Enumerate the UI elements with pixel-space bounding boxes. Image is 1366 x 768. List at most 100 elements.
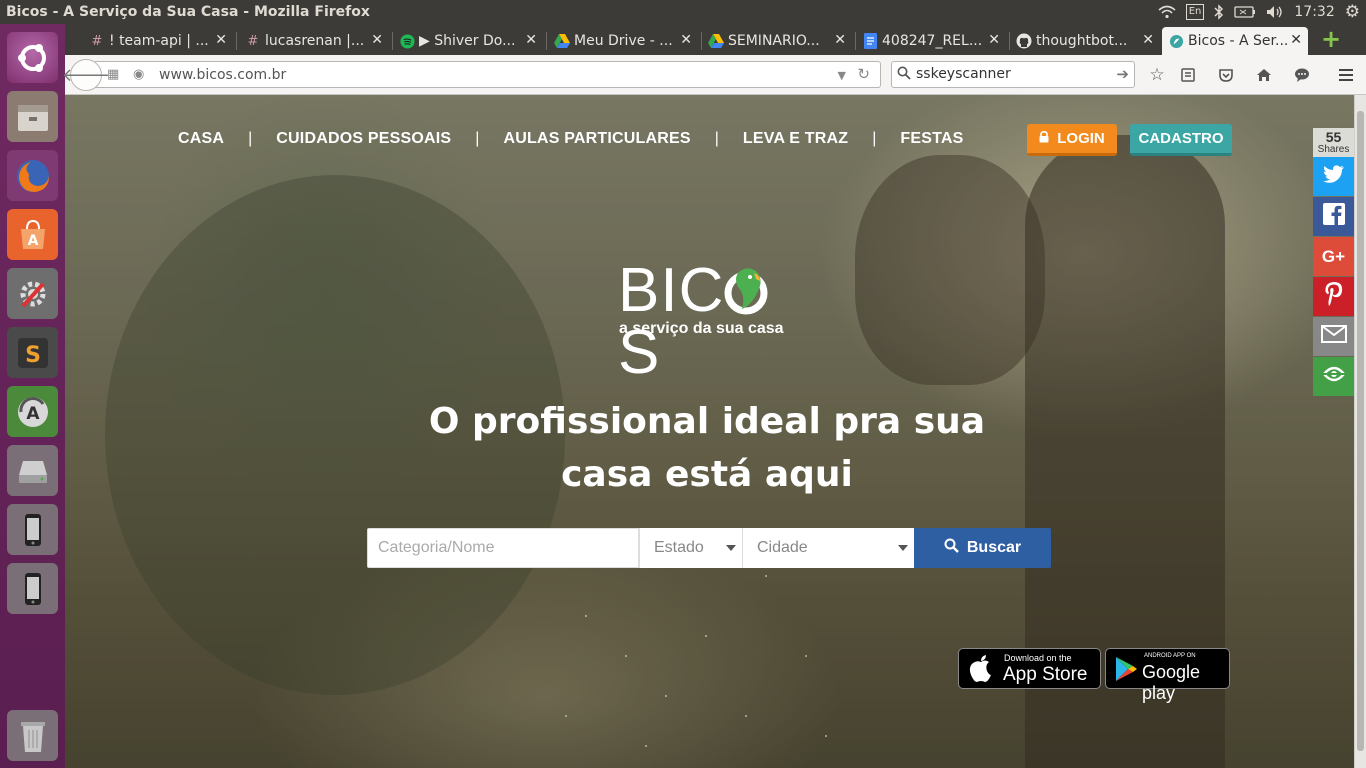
close-icon[interactable]: ✕ [1142,32,1154,48]
search-bar[interactable]: ➔ [891,61,1135,88]
trash-icon[interactable] [7,710,58,761]
google-play-badge[interactable]: ANDROID APP ON Google play [1105,648,1230,703]
email-icon [1320,325,1347,348]
nav-leva-e-traz[interactable]: LEVA E TRAZ [743,130,848,148]
twitter-icon [1322,165,1345,188]
tab-strip: # ! team-api | ... ✕ # lucasrenan |... ✕… [65,24,1366,55]
chevron-down-icon [726,545,736,551]
state-select[interactable]: Estado [639,528,742,568]
keyboard-layout-indicator[interactable]: En [1185,4,1205,20]
volume-icon[interactable] [1266,5,1284,19]
phone-device-icon[interactable] [7,563,58,614]
tab-label: lucasrenan |... [265,33,365,49]
bookmark-star-icon[interactable]: ☆ [1146,64,1168,86]
tab-label: Meu Drive - ... [574,33,673,49]
google-drive-icon [554,33,570,49]
nav-casa[interactable]: CASA [178,130,224,148]
nav-separator: | [248,130,253,147]
city-select[interactable]: Cidade [742,528,914,568]
reload-icon[interactable]: ↻ [857,65,870,83]
lock-icon [1039,130,1049,147]
spotify-icon [399,33,415,49]
email-share-button[interactable] [1313,317,1354,356]
search-submit-button[interactable]: Buscar [914,528,1051,568]
tab-label: 408247_REL... [882,33,983,49]
phone-device-icon[interactable] [7,504,58,555]
url-bar[interactable]: ▦ ◉ www.bicos.com.br ▼ ↻ [95,61,881,88]
chat-icon[interactable] [1291,64,1313,86]
system-settings-icon[interactable] [7,268,58,319]
close-icon[interactable]: ✕ [525,32,537,48]
google-docs-icon [862,33,878,49]
browser-tab[interactable]: 408247_REL... ✕ [856,27,1006,55]
software-updater-icon[interactable]: A [7,386,58,437]
twitter-share-button[interactable] [1313,157,1354,196]
nav-aulas-particulares[interactable]: AULAS PARTICULARES [503,130,690,148]
browser-tab[interactable]: thoughtbot... ✕ [1010,27,1160,55]
browser-tab-active[interactable]: Bicos - A Ser... ✕ [1162,27,1308,55]
facebook-share-button[interactable] [1313,197,1354,236]
scrollbar-thumb[interactable] [1357,111,1364,751]
ubuntu-dash-icon[interactable] [7,32,58,83]
signup-button[interactable]: CADASTRO [1130,124,1232,156]
close-icon[interactable]: ✕ [371,32,383,48]
browser-tab[interactable]: Meu Drive - ... ✕ [548,27,698,55]
nav-festas[interactable]: FESTAS [900,130,963,148]
close-icon[interactable]: ✕ [215,32,227,48]
clock[interactable]: 17:32 [1294,4,1334,20]
files-icon[interactable] [7,91,58,142]
new-tab-icon[interactable]: + [1321,27,1341,51]
battery-icon[interactable] [1234,6,1256,18]
back-button[interactable]: 🡐 [62,59,110,91]
webpage: CASA | CUIDADOS PESSOAIS | AULAS PARTICU… [65,95,1354,768]
site-identity-icon[interactable]: ◉ [133,67,144,82]
share-count-label: Shares [1317,144,1350,155]
reading-list-icon[interactable] [1177,64,1199,86]
close-icon[interactable]: ✕ [834,32,846,48]
logo-tagline: a serviço da sua casa [619,320,784,337]
nav-cuidados-pessoais[interactable]: CUIDADOS PESSOAIS [276,130,451,148]
session-gear-icon[interactable]: ⚙ [1345,2,1360,22]
search-input[interactable] [916,66,1112,82]
close-icon[interactable]: ✕ [988,32,1000,48]
slack-icon: # [91,33,103,49]
sublime-text-icon[interactable]: S [7,327,58,378]
close-icon[interactable]: ✕ [680,32,692,48]
wifi-icon[interactable] [1158,5,1176,19]
category-input[interactable]: Categoria/Nome [367,528,639,568]
home-icon[interactable] [1253,64,1275,86]
city-select-label: Cidade [757,539,808,556]
google-plus-share-button[interactable]: G+ [1313,237,1354,276]
browser-tab[interactable]: ▶ Shiver Do... ✕ [393,27,543,55]
signup-label: CADASTRO [1138,130,1224,147]
tab-label: ▶ Shiver Do... [419,33,516,49]
bicos-logo[interactable]: BICS a serviço da sua casa [618,260,808,384]
url-dropdown-icon[interactable]: ▼ [838,69,846,82]
app-store-small-text: Download on the [1004,653,1072,663]
bluetooth-icon[interactable] [1214,4,1224,20]
page-scrollbar[interactable] [1354,95,1366,768]
tab-label: SEMINARIO... [728,33,820,49]
browser-tab[interactable]: SEMINARIO... ✕ [702,27,852,55]
app-store-badge[interactable]: Download on the App Store [958,648,1101,689]
main-nav: CASA | CUIDADOS PESSOAIS | AULAS PARTICU… [178,128,964,150]
login-button[interactable]: LOGIN [1027,124,1117,156]
software-center-icon[interactable]: A [7,209,58,260]
search-go-icon[interactable]: ➔ [1116,65,1129,83]
close-icon[interactable]: ✕ [1290,32,1302,48]
browser-tab[interactable]: # ! team-api | ... ✕ [83,27,233,55]
pinterest-icon [1324,282,1343,311]
url-text[interactable]: www.bicos.com.br [159,67,286,83]
nav-separator: | [475,130,480,147]
svg-text:A: A [26,404,40,424]
menu-hamburger-icon[interactable] [1335,64,1357,86]
pocket-icon[interactable] [1215,64,1237,86]
tab-label: thoughtbot... [1036,33,1128,49]
browser-tab[interactable]: # lucasrenan |... ✕ [239,27,389,55]
pinterest-share-button[interactable] [1313,277,1354,316]
firefox-icon[interactable] [7,150,58,201]
more-share-button[interactable] [1313,357,1354,396]
disk-drive-icon[interactable] [7,445,58,496]
top-panel: Bicos - A Serviço da Sua Casa - Mozilla … [0,0,1366,24]
chevron-down-icon [898,545,908,551]
